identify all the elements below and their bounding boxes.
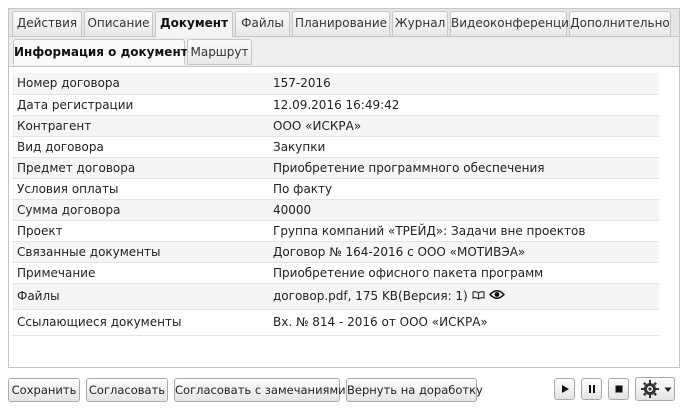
field-label: Контрагент xyxy=(12,115,268,137)
tab-document[interactable]: Документ xyxy=(155,11,233,38)
field-label: Условия оплаты xyxy=(12,178,268,200)
field-label: Связанные документы xyxy=(12,241,268,263)
pause-icon xyxy=(589,385,595,393)
tab-description[interactable]: Описание xyxy=(84,11,153,36)
table-row: Дата регистрации 12.09.2016 16:49:42 xyxy=(12,94,659,116)
chevron-down-icon xyxy=(664,387,672,392)
field-value: 12.09.2016 16:49:42 xyxy=(268,94,659,116)
play-button[interactable] xyxy=(554,378,575,400)
sub-tabs: Информация о документе Маршрут xyxy=(9,37,679,67)
action-bar: Сохранить Согласовать Согласовать с заме… xyxy=(0,372,682,408)
field-label: Сумма договора xyxy=(12,199,268,221)
field-value: Договор № 164-2016 с ООО «МОТИВЭА» xyxy=(268,241,659,263)
tab-journal[interactable]: Журнал xyxy=(392,11,448,36)
tab-route[interactable]: Маршрут xyxy=(187,39,252,65)
tab-files[interactable]: Файлы xyxy=(235,11,290,36)
save-button[interactable]: Сохранить xyxy=(8,378,80,402)
main-tabs: Действия Описание Документ Файлы Планиро… xyxy=(9,9,679,38)
table-row: Ссылающиеся документы Вх. № 814 - 2016 о… xyxy=(12,309,659,336)
field-value: Приобретение офисного пакета программ xyxy=(268,262,659,284)
table-row: Примечание Приобретение офисного пакета … xyxy=(12,262,659,284)
document-panel: Действия Описание Документ Файлы Планиро… xyxy=(8,8,680,368)
table-row: Условия оплаты По факту xyxy=(12,178,659,200)
field-value: По факту xyxy=(268,178,659,200)
field-label: Ссылающиеся документы xyxy=(12,309,268,336)
field-value: 157-2016 xyxy=(268,73,659,95)
approve-with-remarks-button[interactable]: Согласовать с замечаниями xyxy=(174,378,346,402)
field-value: Приобретение программного обеспечения xyxy=(268,157,659,179)
table-row: Предмет договора Приобретение программно… xyxy=(12,157,659,179)
tab-additional[interactable]: Дополнительно xyxy=(569,11,671,36)
return-for-revision-button[interactable]: Вернуть на доработку xyxy=(346,378,483,402)
table-row: Вид договора Закупки xyxy=(12,136,659,158)
field-label: Номер договора xyxy=(12,73,268,95)
approve-button[interactable]: Согласовать xyxy=(86,378,168,402)
field-label: Предмет договора xyxy=(12,157,268,179)
field-value: Группа компаний «ТРЕЙД»: Задачи вне прое… xyxy=(268,220,659,242)
tab-planning[interactable]: Планирование xyxy=(292,11,390,36)
field-label: Дата регистрации xyxy=(12,94,268,116)
field-value: Закупки xyxy=(268,136,659,158)
table-row: Сумма договора 40000 xyxy=(12,199,659,221)
properties-table: Номер договора 157-2016 Дата регистрации… xyxy=(12,73,659,336)
book-icon[interactable] xyxy=(472,289,485,303)
play-icon xyxy=(562,385,569,393)
table-row: Связанные документы Договор № 164-2016 с… xyxy=(12,241,659,263)
tab-document-info[interactable]: Информация о документе xyxy=(13,39,196,65)
stop-icon xyxy=(615,385,623,393)
table-row: Проект Группа компаний «ТРЕЙД»: Задачи в… xyxy=(12,220,659,242)
field-value: ООО «ИСКРА» xyxy=(268,115,659,137)
tab-videoconferences[interactable]: Видеоконференции xyxy=(450,11,577,36)
document-info-content: Номер договора 157-2016 Дата регистрации… xyxy=(9,66,679,367)
pause-button[interactable] xyxy=(581,378,602,400)
field-label: Примечание xyxy=(12,262,268,284)
field-label: Файлы xyxy=(12,283,268,310)
table-row: Контрагент ООО «ИСКРА» xyxy=(12,115,659,137)
stop-button[interactable] xyxy=(608,378,629,400)
file-link[interactable]: договор.pdf, 175 KB(Версия: 1) xyxy=(273,289,468,303)
eye-icon[interactable] xyxy=(488,289,505,303)
field-value[interactable]: Вх. № 814 - 2016 от ООО «ИСКРА» xyxy=(268,309,659,336)
field-value: 40000 xyxy=(268,199,659,221)
tab-actions[interactable]: Действия xyxy=(12,11,82,36)
table-row: Файлы договор.pdf, 175 KB(Версия: 1) xyxy=(12,283,659,310)
files-cell: договор.pdf, 175 KB(Версия: 1) xyxy=(268,283,659,310)
gear-icon xyxy=(641,380,659,398)
settings-menu-button[interactable] xyxy=(635,377,675,401)
field-label: Проект xyxy=(12,220,268,242)
field-label: Вид договора xyxy=(12,136,268,158)
table-row: Номер договора 157-2016 xyxy=(12,73,659,95)
